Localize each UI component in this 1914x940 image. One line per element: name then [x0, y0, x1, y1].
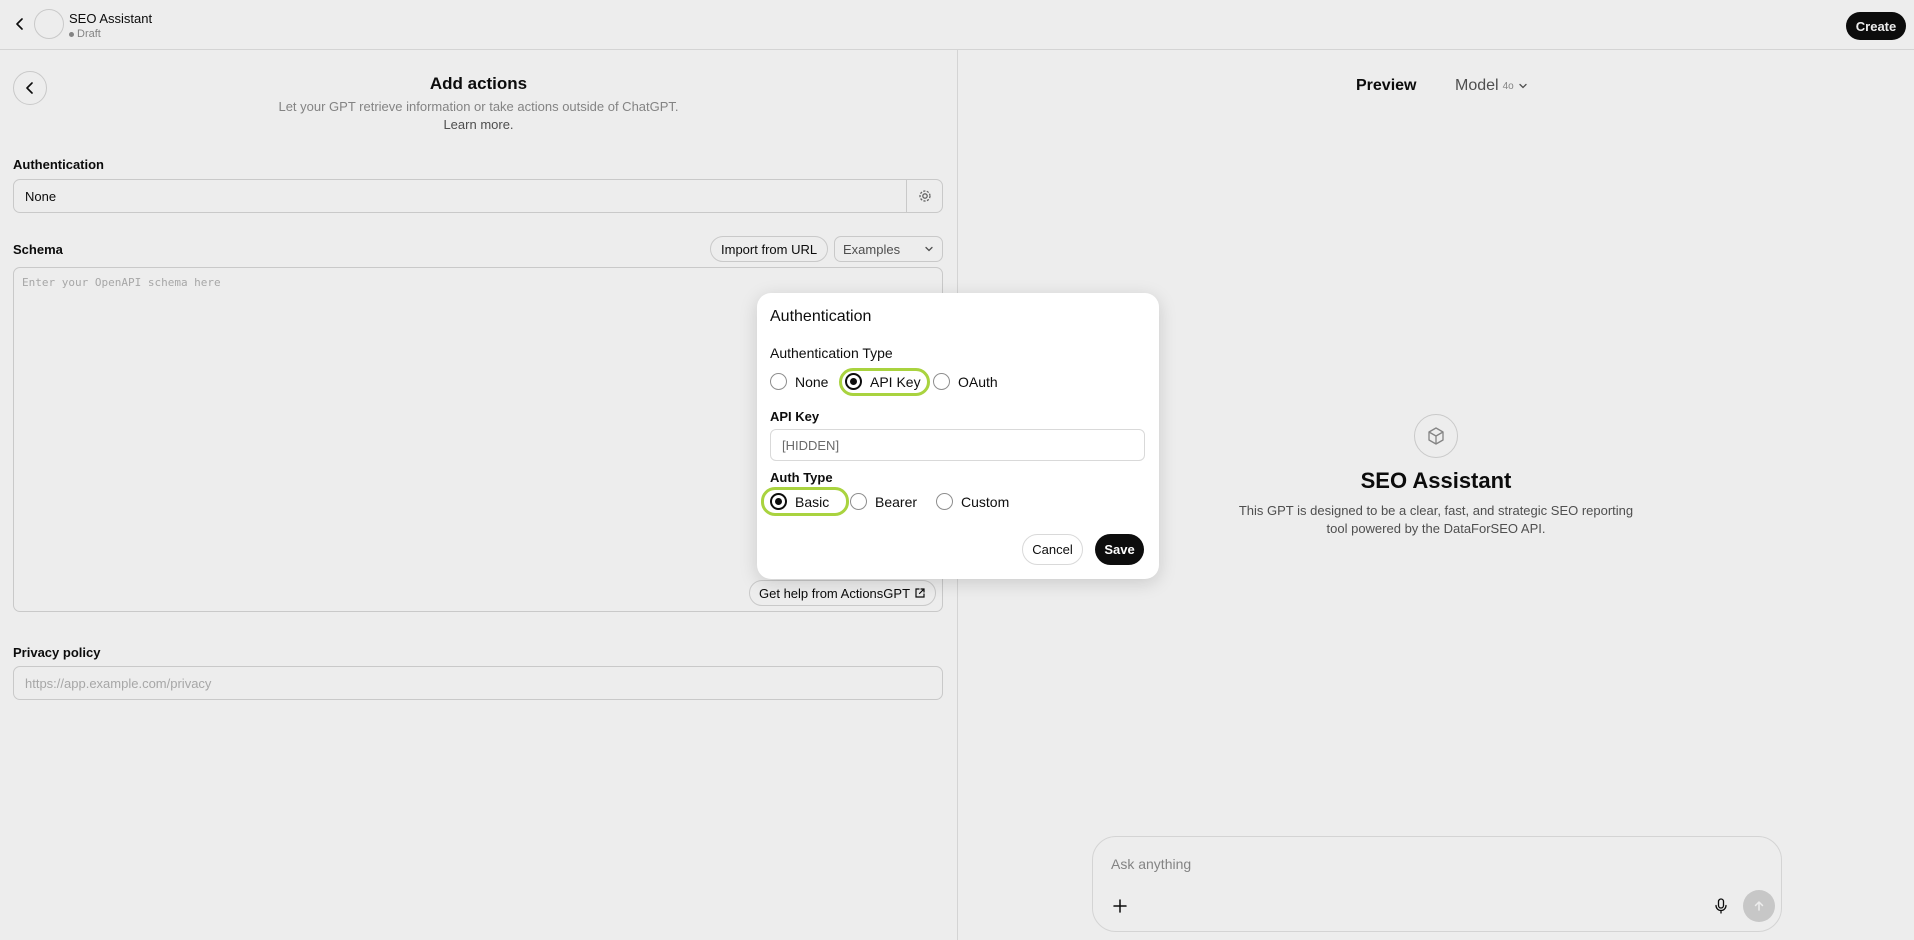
- auth-type-label: Authentication Type: [770, 345, 893, 361]
- radio-circle[interactable]: [933, 373, 950, 390]
- authentication-dialog: Authentication Authentication Type None …: [757, 293, 1159, 579]
- radio-circle[interactable]: [850, 493, 867, 510]
- auth-subtype-label: Auth Type: [770, 470, 833, 485]
- radio-circle[interactable]: [770, 373, 787, 390]
- radio-auth-oauth[interactable]: OAuth: [933, 373, 998, 390]
- radio-auth-basic[interactable]: Basic: [770, 493, 829, 510]
- api-key-input[interactable]: [HIDDEN]: [770, 429, 1145, 461]
- radio-label: Bearer: [875, 493, 918, 510]
- radio-auth-api-key[interactable]: API Key: [845, 373, 921, 390]
- cancel-button[interactable]: Cancel: [1022, 534, 1083, 565]
- dialog-title: Authentication: [770, 308, 872, 325]
- radio-circle[interactable]: [770, 493, 787, 510]
- radio-auth-custom[interactable]: Custom: [936, 493, 1009, 510]
- radio-auth-bearer[interactable]: Bearer: [850, 493, 917, 510]
- radio-circle[interactable]: [936, 493, 953, 510]
- radio-label: Custom: [961, 493, 1010, 510]
- radio-circle[interactable]: [845, 373, 862, 390]
- radio-label: Basic: [795, 493, 830, 510]
- api-key-label: API Key: [770, 409, 820, 424]
- radio-label: None: [795, 373, 829, 390]
- radio-auth-none[interactable]: None: [770, 373, 828, 390]
- radio-label: OAuth: [958, 373, 998, 390]
- radio-label: API Key: [870, 373, 921, 390]
- save-button[interactable]: Save: [1095, 534, 1144, 565]
